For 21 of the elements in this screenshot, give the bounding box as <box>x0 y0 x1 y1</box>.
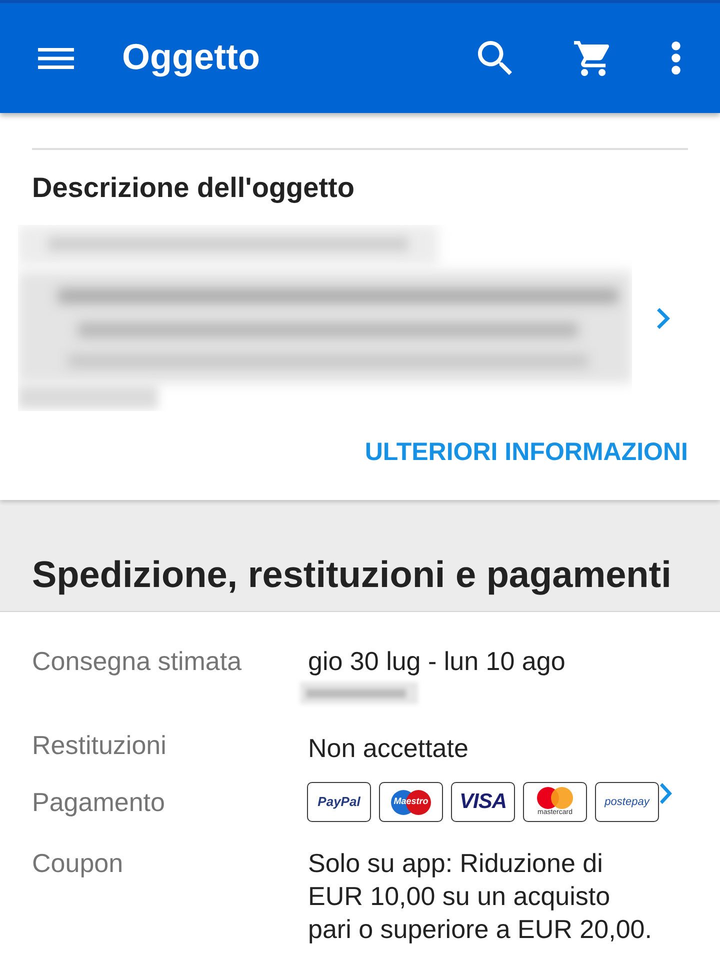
row-label: Coupon <box>32 847 124 879</box>
payment-logo: postepay <box>595 782 659 822</box>
chevron-right-icon[interactable] <box>657 308 670 328</box>
overlapping-circles-icon <box>537 787 573 809</box>
section-heading: Spedizione, restituzioni e pagamenti <box>32 554 672 596</box>
row-label: Restituzioni <box>32 729 168 761</box>
more-info-link[interactable]: ULTERIORI INFORMAZIONI <box>364 437 688 467</box>
payment-logo: VISA <box>451 782 515 822</box>
row-value: gio 30 lug - lun 10 ago <box>308 645 566 677</box>
payment-logo: PayPal <box>307 782 371 822</box>
row-label: Pagamento <box>32 786 166 818</box>
row-label: Consegna stimata <box>32 645 243 677</box>
search-icon[interactable] <box>478 41 512 75</box>
section-heading: Descrizione dell'oggetto <box>32 172 354 204</box>
app-bar-title: Oggetto <box>122 36 260 78</box>
chevron-right-icon[interactable] <box>660 782 672 804</box>
shopping-cart-icon[interactable] <box>574 40 610 76</box>
menu-icon[interactable] <box>38 48 74 68</box>
more-options-icon[interactable] <box>671 41 681 75</box>
row-value: Non accettate <box>308 732 468 764</box>
row-value: Solo su app: Riduzione di EUR 10,00 su un acquisto pari o superiore a EUR 20,00. <box>308 847 652 946</box>
